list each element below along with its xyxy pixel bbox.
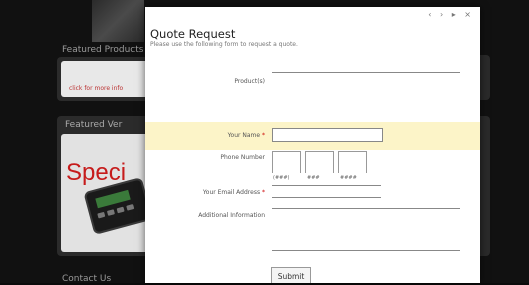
name-label: Your Name *	[227, 132, 265, 139]
phone-area-caption: (###)	[273, 175, 290, 181]
phone-line-caption: ####	[340, 175, 357, 181]
phone-area-code-input[interactable]	[272, 151, 301, 173]
required-marker: *	[262, 132, 265, 139]
products-label: Product(s)	[234, 78, 265, 85]
required-marker: *	[262, 189, 265, 196]
featured-vendor-heading: Featured Ver	[65, 120, 123, 130]
phone-line-input[interactable]	[338, 151, 367, 173]
featured-products-heading: Featured Products	[62, 45, 144, 55]
site-logo	[92, 0, 144, 42]
modal-nav-controls[interactable]: ‹ › ▸ ×	[428, 10, 474, 19]
featured-products-box: click for more info	[57, 57, 152, 101]
additional-info-textarea[interactable]	[272, 208, 460, 209]
products-field[interactable]	[272, 72, 460, 73]
email-confirm-line[interactable]	[272, 197, 381, 198]
phone-label: Phone Number	[220, 154, 265, 161]
additional-info-label: Additional Information	[198, 212, 265, 219]
quote-request-modal: ‹ › ▸ × Quote Request Please use the fol…	[145, 7, 480, 283]
phone-prefix-caption: ###	[307, 175, 320, 181]
modal-title: Quote Request	[150, 27, 236, 41]
submit-button[interactable]: Submit	[271, 267, 311, 283]
more-info-link[interactable]: click for more info	[69, 85, 123, 92]
additional-info-bottom	[272, 250, 460, 251]
email-label: Your Email Address *	[202, 189, 265, 196]
email-input[interactable]	[272, 185, 381, 186]
name-input[interactable]	[272, 128, 383, 142]
modal-subtitle: Please use the following form to request…	[150, 41, 298, 48]
phone-prefix-input[interactable]	[305, 151, 334, 173]
